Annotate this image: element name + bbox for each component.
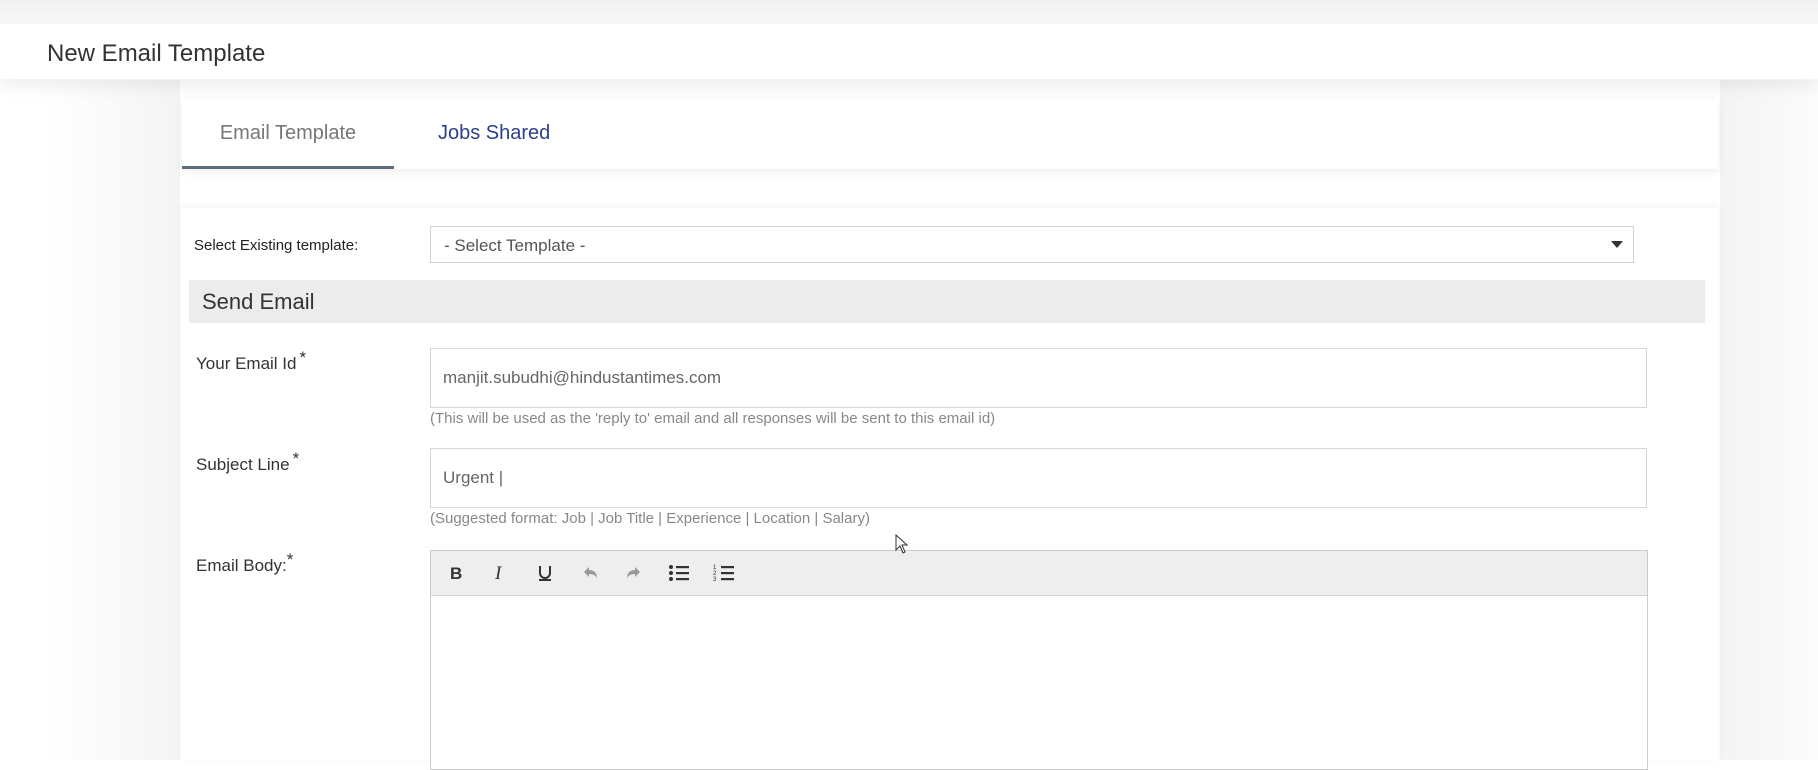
select-template-label: Select Existing template: xyxy=(194,237,359,254)
email-field[interactable]: manjit.subudhi@hindustantimes.com xyxy=(430,348,1647,408)
numbered-list-icon[interactable]: 123 xyxy=(708,557,740,589)
left-shade xyxy=(40,80,180,760)
template-select-value: - Select Template - xyxy=(444,236,586,255)
bold-icon[interactable]: B xyxy=(440,557,472,589)
email-field-value: manjit.subudhi@hindustantimes.com xyxy=(443,368,722,387)
chevron-down-icon xyxy=(1611,241,1623,248)
page-title: New Email Template xyxy=(47,40,266,67)
subject-label-text: Subject Line xyxy=(196,455,290,474)
subject-field[interactable]: Urgent | xyxy=(430,448,1647,508)
tab-jobs-shared[interactable]: Jobs Shared xyxy=(438,99,550,169)
subject-label: Subject Line * xyxy=(196,449,299,475)
body-label: Email Body:* xyxy=(196,550,293,576)
required-mark: * xyxy=(299,348,307,367)
required-mark: * xyxy=(292,449,300,468)
redo-icon[interactable] xyxy=(618,557,650,589)
svg-text:3: 3 xyxy=(713,577,717,583)
email-label: Your Email Id * xyxy=(196,348,306,374)
page-header: New Email Template xyxy=(0,24,1818,79)
right-shade xyxy=(1720,80,1818,760)
tab-bar: Email Template Jobs Shared xyxy=(182,99,1718,169)
email-hint: (This will be used as the 'reply to' ema… xyxy=(430,410,996,427)
template-select[interactable]: - Select Template - xyxy=(430,226,1634,263)
email-label-text: Your Email Id xyxy=(196,354,297,373)
email-body-editor[interactable]: B I 123 xyxy=(430,550,1648,770)
body-label-text: Email Body: xyxy=(196,556,287,575)
section-title: Send Email xyxy=(202,289,315,314)
bulleted-list-icon[interactable] xyxy=(663,557,695,589)
svg-text:B: B xyxy=(450,564,462,582)
underline-icon[interactable] xyxy=(529,557,561,589)
tab-email-template[interactable]: Email Template xyxy=(182,99,394,169)
svg-text:I: I xyxy=(494,564,503,582)
editor-toolbar: B I 123 xyxy=(431,551,1647,596)
subject-field-value: Urgent | xyxy=(443,468,504,487)
italic-icon[interactable]: I xyxy=(484,557,516,589)
required-mark: * xyxy=(286,550,294,569)
section-header: Send Email xyxy=(189,280,1705,323)
subject-hint: (Suggested format: Job | Job Title | Exp… xyxy=(430,510,870,527)
undo-icon[interactable] xyxy=(574,557,606,589)
mouse-cursor-icon xyxy=(895,533,909,559)
browser-top-strip xyxy=(0,0,1818,24)
